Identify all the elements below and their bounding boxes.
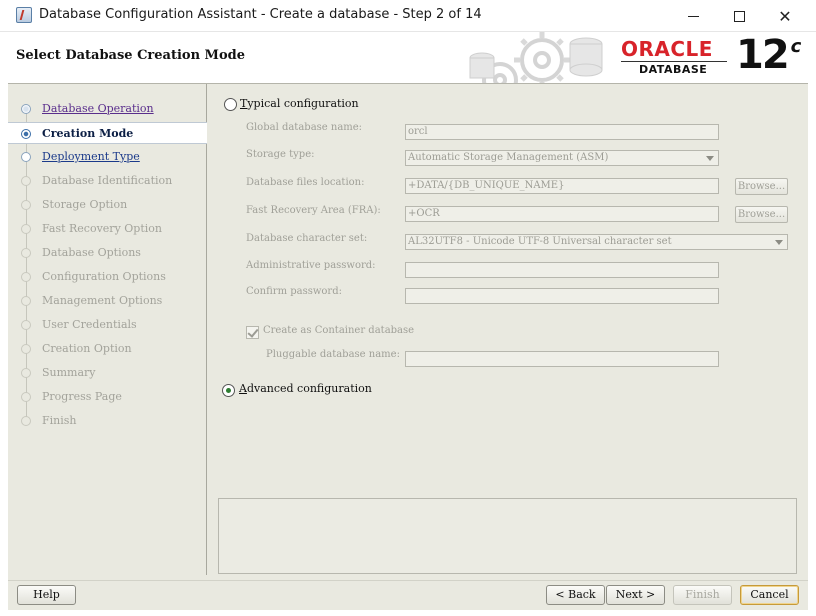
wizard-body: Database Operation Creation Mode Deploymen…	[8, 84, 808, 580]
version-badge: 12 c	[736, 32, 801, 78]
sidebar-item-deployment-type[interactable]: Deployment Type	[8, 146, 207, 168]
sidebar-item-summary: Summary	[8, 362, 207, 384]
sidebar-item-label: Fast Recovery Option	[42, 222, 162, 235]
step-indicator-icon	[21, 224, 31, 234]
sidebar-item-database-operation[interactable]: Database Operation	[8, 98, 207, 120]
fra-browse-button[interactable]: Browse...	[735, 206, 788, 223]
container-db-checkbox[interactable]	[246, 326, 259, 339]
pdb-name-field[interactable]	[405, 351, 719, 367]
db-files-location-label: Database files location:	[246, 177, 365, 188]
sidebar-item-label: Database Identification	[42, 174, 173, 187]
step-indicator-icon	[21, 296, 31, 306]
admin-password-label: Administrative password:	[246, 260, 376, 271]
step-navigation: Database Operation Creation Mode Deploymen…	[8, 84, 207, 575]
step-indicator-icon	[21, 176, 31, 186]
window-title: Database Configuration Assistant - Creat…	[39, 7, 482, 22]
pdb-name-label: Pluggable database name:	[266, 349, 400, 360]
back-button[interactable]: < Back	[546, 585, 605, 605]
sidebar-item-label: Storage Option	[42, 198, 128, 211]
global-db-name-field[interactable]: orcl	[405, 124, 719, 140]
sidebar-item-creation-mode[interactable]: Creation Mode	[8, 122, 207, 144]
sidebar-item-label: Finish	[42, 414, 77, 427]
confirm-password-field[interactable]	[405, 288, 719, 304]
sidebar-item-label: Database Options	[42, 246, 141, 259]
sidebar-item-finish: Finish	[8, 410, 207, 432]
charset-select[interactable]: AL32UTF8 - Unicode UTF-8 Universal chara…	[405, 234, 788, 250]
sidebar-item-configuration-options: Configuration Options	[8, 266, 207, 288]
global-db-name-label: Global database name:	[246, 122, 363, 133]
step-indicator-icon	[21, 200, 31, 210]
sidebar-item-label: Database Operation	[42, 102, 154, 115]
db-files-browse-button[interactable]: Browse...	[735, 178, 788, 195]
step-indicator-icon	[21, 248, 31, 258]
step-indicator-icon	[21, 320, 31, 330]
oracle-wordmark: ORACLE	[621, 37, 713, 61]
wizard-header: Select Database Creation Mode ORACLE DAT…	[8, 32, 808, 84]
step-indicator-icon	[21, 368, 31, 378]
step-indicator-icon	[21, 416, 31, 426]
sidebar-item-database-options: Database Options	[8, 242, 207, 264]
sidebar-item-fast-recovery-option: Fast Recovery Option	[8, 218, 207, 240]
sidebar-item-user-credentials: User Credentials	[8, 314, 207, 336]
wizard-footer: Help < Back Next > Finish Cancel	[8, 580, 808, 610]
sidebar-item-storage-option: Storage Option	[8, 194, 207, 216]
finish-button[interactable]: Finish	[673, 585, 732, 605]
sidebar-item-label: Configuration Options	[42, 270, 166, 283]
sidebar-item-database-identification: Database Identification	[8, 170, 207, 192]
sidebar-item-creation-option: Creation Option	[8, 338, 207, 360]
minimize-button[interactable]	[670, 0, 716, 32]
typical-config-label[interactable]: Typical configuration	[240, 97, 359, 110]
next-button[interactable]: Next >	[606, 585, 665, 605]
step-indicator-icon	[21, 392, 31, 402]
sidebar-item-label: Creation Mode	[42, 127, 134, 140]
help-button[interactable]: Help	[17, 585, 76, 605]
typical-config-radio[interactable]	[224, 98, 237, 111]
sidebar-item-label: Deployment Type	[42, 150, 140, 163]
cancel-button[interactable]: Cancel	[740, 585, 799, 605]
charset-label: Database character set:	[246, 233, 368, 244]
sidebar-item-progress-page: Progress Page	[8, 386, 207, 408]
storage-type-label: Storage type:	[246, 149, 315, 160]
content-panel: Typical configuration Global database na…	[208, 84, 808, 575]
sidebar-item-label: Creation Option	[42, 342, 132, 355]
container-db-label: Create as Container database	[263, 325, 415, 336]
window-title-bar: Database Configuration Assistant - Creat…	[0, 0, 816, 32]
step-indicator-icon	[21, 152, 31, 162]
app-icon	[16, 7, 32, 23]
sidebar-item-label: Summary	[42, 366, 96, 379]
sidebar-item-label: Progress Page	[42, 390, 122, 403]
admin-password-field[interactable]	[405, 262, 719, 278]
sidebar-item-label: Management Options	[42, 294, 163, 307]
minimize-icon	[687, 15, 699, 17]
advanced-config-label[interactable]: Advanced configuration	[239, 382, 372, 395]
sidebar-item-label: User Credentials	[42, 318, 137, 331]
fra-field[interactable]: +OCR	[405, 206, 719, 222]
step-indicator-icon	[21, 272, 31, 282]
gears-illustration	[469, 32, 603, 83]
step-indicator-icon	[21, 129, 31, 139]
page-title: Select Database Creation Mode	[16, 48, 245, 63]
maximize-button[interactable]	[716, 0, 762, 32]
storage-type-select[interactable]: Automatic Storage Management (ASM)	[405, 150, 719, 166]
oracle-product-name: DATABASE	[639, 63, 708, 76]
maximize-icon	[733, 10, 745, 22]
confirm-password-label: Confirm password:	[246, 286, 342, 297]
fra-label: Fast Recovery Area (FRA):	[246, 205, 381, 216]
advanced-config-radio[interactable]	[222, 384, 235, 397]
close-button[interactable]: ✕	[762, 0, 808, 32]
close-icon: ✕	[778, 6, 792, 26]
step-indicator-icon	[21, 104, 31, 114]
message-area	[218, 498, 797, 574]
step-indicator-icon	[21, 344, 31, 354]
oracle-logo: ORACLE DATABASE	[621, 37, 733, 79]
sidebar-item-management-options: Management Options	[8, 290, 207, 312]
db-files-location-field[interactable]: +DATA/{DB_UNIQUE_NAME}	[405, 178, 719, 194]
